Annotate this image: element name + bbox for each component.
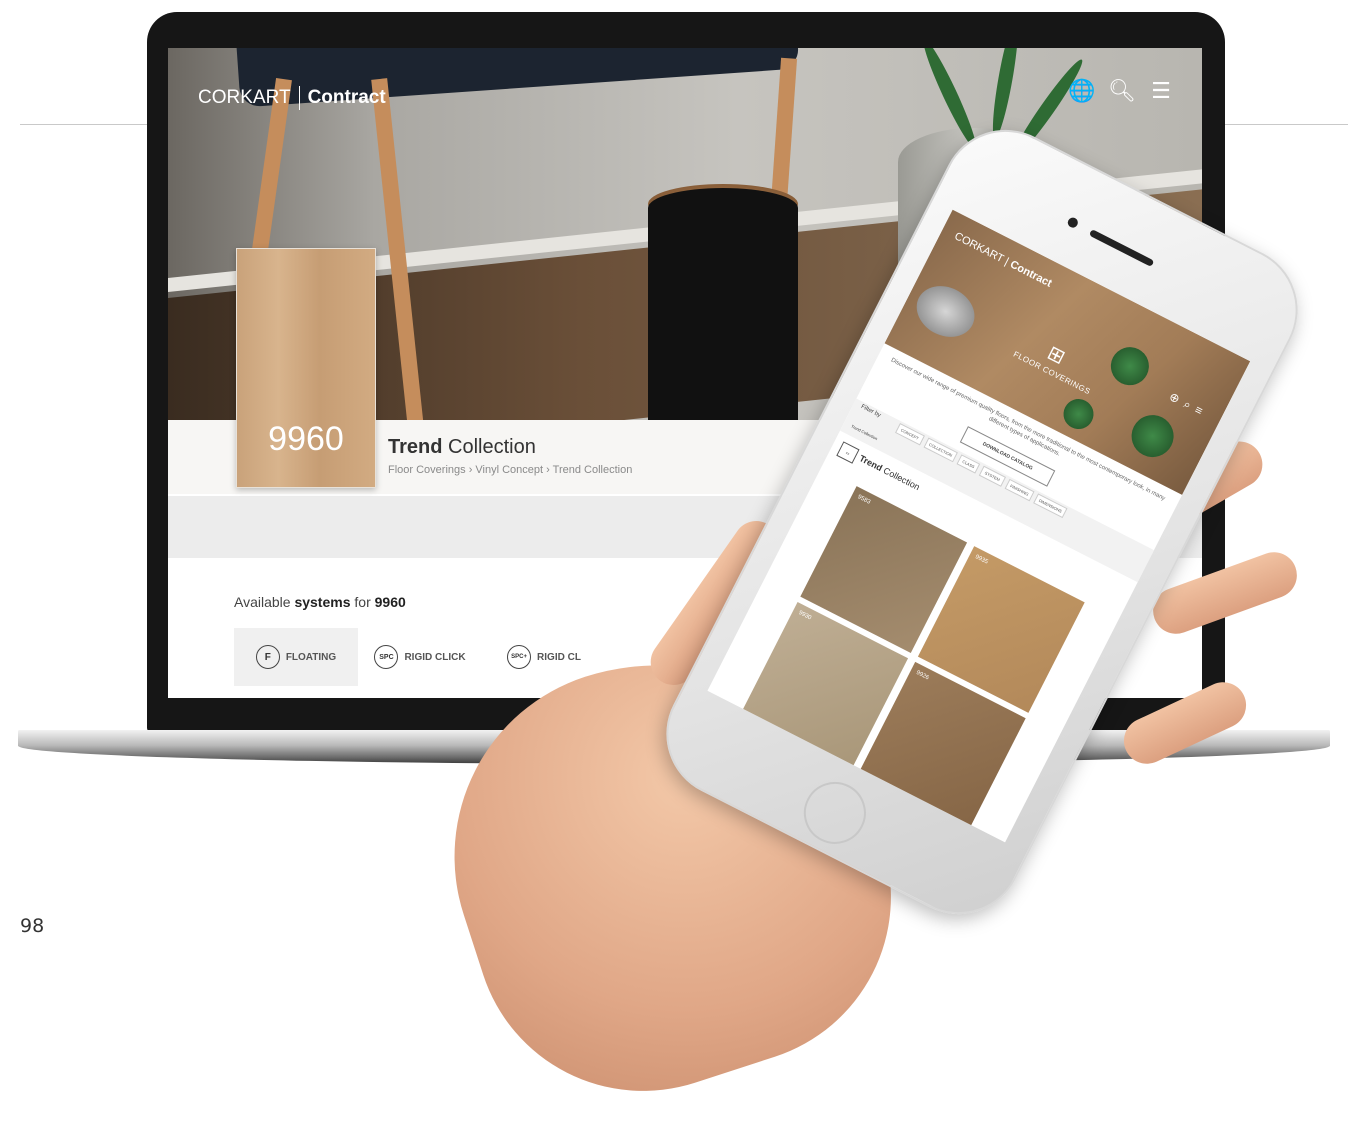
phone-logo[interactable]: CORKART | Contract xyxy=(952,230,1053,290)
swatch-code: 9960 xyxy=(268,420,344,458)
product-tile-code: 9926 xyxy=(915,669,930,682)
earpiece-speaker xyxy=(1088,229,1155,268)
site-logo[interactable]: CORKART Contract xyxy=(198,86,386,110)
logo-divider xyxy=(298,86,300,110)
product-tile-code: 9935 xyxy=(974,554,989,566)
phone-logo-product: Contract xyxy=(1007,258,1054,290)
systems-heading-mid: for xyxy=(350,594,375,610)
horizontal-rule-left xyxy=(20,124,148,125)
tab-label: FLOATING xyxy=(285,651,337,663)
product-swatch: 9960 xyxy=(236,248,376,488)
home-button[interactable] xyxy=(793,771,877,855)
systems-heading-bold: systems xyxy=(294,594,351,610)
phone-hero-watering-can xyxy=(907,276,984,347)
floating-icon: F xyxy=(255,645,280,669)
logo-product: Contract xyxy=(307,87,386,108)
phone-hero-succulent xyxy=(1104,340,1156,392)
tab-floating[interactable]: F FLOATING xyxy=(234,628,358,686)
logo-brand: CORKART xyxy=(198,87,291,108)
phone-hero-succulent xyxy=(1058,393,1099,435)
product-tile-code: 9930 xyxy=(797,610,813,622)
spc-icon: SPC xyxy=(374,645,399,669)
menu-icon[interactable]: ☰ xyxy=(1148,78,1174,104)
systems-heading-code: 9960 xyxy=(374,594,406,610)
hero-plant-leaf xyxy=(988,48,1023,140)
page-number: 98 xyxy=(20,915,45,937)
systems-heading: Available systems for 9960 xyxy=(234,594,406,610)
phone-logo-brand: CORKART xyxy=(952,230,1006,266)
globe-icon[interactable]: 🌐 xyxy=(1068,78,1095,104)
phone-hero-succulent xyxy=(1124,407,1181,465)
collection-badge-icon: ▭ xyxy=(836,441,860,464)
systems-heading-prefix: Available xyxy=(234,594,295,610)
front-camera xyxy=(1066,215,1080,230)
search-icon[interactable]: 🔍︎ xyxy=(1108,78,1136,104)
hand-finger xyxy=(1116,674,1254,772)
product-tile-code: 9583 xyxy=(856,494,872,506)
phone-nav-icons: ⊕⌕≡ xyxy=(1166,389,1211,421)
nav-icons: 🌐 🔍︎ ☰ xyxy=(1068,78,1174,104)
